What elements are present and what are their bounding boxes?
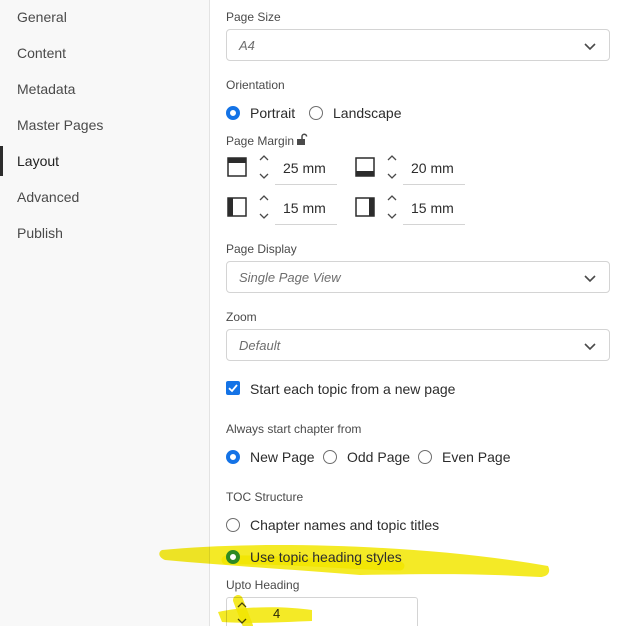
radio-circle (309, 106, 323, 120)
margin-right-cell: 15 mm (355, 191, 467, 225)
sidebar-item-general[interactable]: General (0, 2, 209, 32)
page-size-label: Page Size (226, 10, 281, 24)
sidebar-item-advanced[interactable]: Advanced (0, 182, 209, 212)
upto-heading-stepper[interactable] (235, 598, 249, 626)
page-size-value: A4 (239, 38, 255, 53)
zoom-label: Zoom (226, 310, 257, 324)
page-size-dropdown[interactable]: A4 (226, 29, 610, 61)
chapter-start-label: Always start chapter from (226, 422, 362, 436)
radio-circle (226, 450, 240, 464)
chevron-down-icon (584, 275, 596, 283)
page-margin-label: Page Margin (226, 134, 295, 148)
checkmark-icon (228, 384, 238, 393)
margin-top-cell: 25 mm (227, 151, 339, 185)
chapter-start-group: New Page Odd Page Even Page (226, 447, 526, 467)
page-display-dropdown[interactable]: Single Page View (226, 261, 610, 293)
chevron-down-icon (584, 343, 596, 351)
margin-top-icon (227, 157, 247, 177)
margin-top-stepper[interactable] (257, 151, 271, 185)
radio-circle (226, 106, 240, 120)
new-page-radio[interactable]: New Page (226, 447, 316, 467)
margin-bottom-icon (355, 157, 375, 177)
sidebar-item-metadata[interactable]: Metadata (0, 74, 209, 104)
sidebar-item-master-pages[interactable]: Master Pages (0, 110, 209, 140)
orientation-label: Orientation (226, 78, 285, 92)
topic-heading-styles-radio[interactable]: Use topic heading styles (226, 547, 446, 567)
margin-right-stepper[interactable] (385, 191, 399, 225)
sidebar: General Content Metadata Master Pages La… (0, 0, 210, 626)
chevron-down-icon (584, 43, 596, 51)
margin-left-cell: 15 mm (227, 191, 339, 225)
sidebar-item-content[interactable]: Content (0, 38, 209, 68)
landscape-radio[interactable]: Landscape (309, 103, 409, 123)
margin-right-icon (355, 197, 375, 217)
chapter-names-radio[interactable]: Chapter names and topic titles (226, 515, 446, 535)
radio-circle (323, 450, 337, 464)
margin-bottom-stepper[interactable] (385, 151, 399, 185)
margin-top-input[interactable]: 25 mm (275, 151, 337, 185)
upto-heading-input[interactable]: 4 (226, 597, 418, 626)
radio-circle (226, 550, 240, 564)
page-display-label: Page Display (226, 242, 297, 256)
sidebar-item-publish[interactable]: Publish (0, 218, 209, 248)
start-each-topic-checkbox[interactable]: Start each topic from a new page (226, 379, 486, 399)
unlock-icon[interactable] (296, 133, 308, 146)
margin-bottom-cell: 20 mm (355, 151, 467, 185)
odd-page-radio[interactable]: Odd Page (323, 447, 413, 467)
radio-circle (418, 450, 432, 464)
layout-settings-panel: Page Size A4 Orientation Portrait Landsc… (210, 0, 619, 626)
orientation-group: Portrait Landscape (226, 103, 526, 123)
zoom-dropdown[interactable]: Default (226, 329, 610, 361)
margin-left-stepper[interactable] (257, 191, 271, 225)
margin-left-icon (227, 197, 247, 217)
radio-circle (226, 518, 240, 532)
upto-heading-label: Upto Heading (226, 578, 300, 592)
sidebar-item-layout[interactable]: Layout (0, 146, 209, 176)
toc-structure-label: TOC Structure (226, 490, 304, 504)
margin-right-input[interactable]: 15 mm (403, 191, 465, 225)
even-page-radio[interactable]: Even Page (418, 447, 511, 467)
margin-left-input[interactable]: 15 mm (275, 191, 337, 225)
margin-bottom-input[interactable]: 20 mm (403, 151, 465, 185)
page-display-value: Single Page View (239, 270, 341, 285)
portrait-radio[interactable]: Portrait (226, 103, 306, 123)
zoom-value: Default (239, 338, 281, 353)
checkbox-box (226, 381, 240, 395)
